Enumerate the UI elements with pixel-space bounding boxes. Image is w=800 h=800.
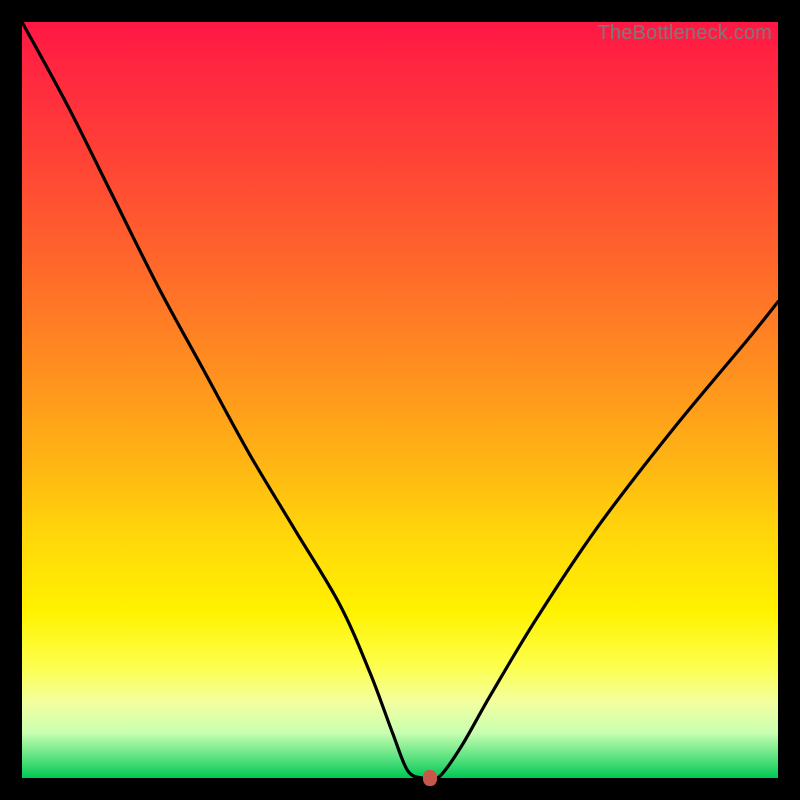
plot-area: TheBottleneck.com <box>22 22 778 778</box>
bottleneck-curve-path <box>22 22 778 778</box>
curve-svg <box>22 22 778 778</box>
min-marker <box>423 770 437 786</box>
chart-frame: TheBottleneck.com <box>0 0 800 800</box>
